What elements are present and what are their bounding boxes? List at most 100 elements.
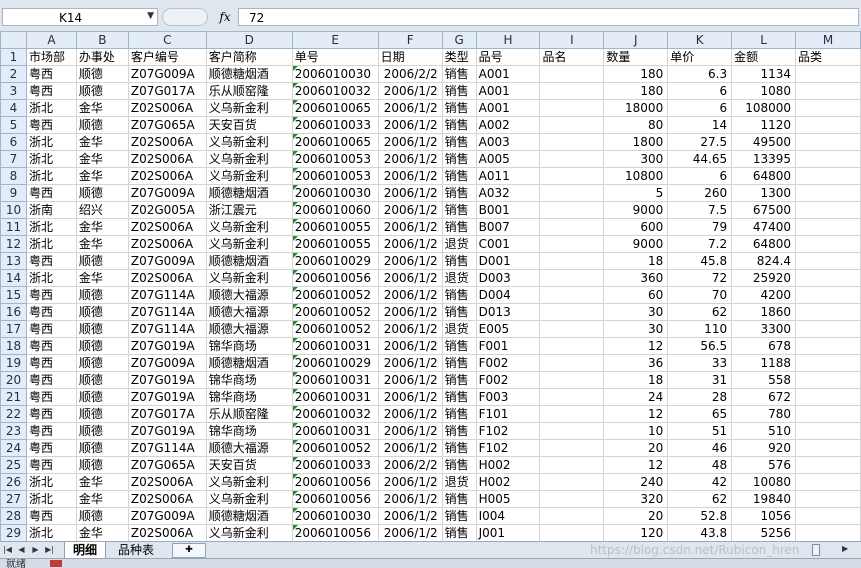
cell[interactable]: 18 xyxy=(603,252,669,270)
row-header[interactable]: 14 xyxy=(0,269,27,287)
cell[interactable] xyxy=(795,82,861,100)
cell[interactable]: 600 xyxy=(603,218,669,236)
cell[interactable]: 2006/1/2 xyxy=(377,320,443,338)
cell[interactable]: 5 xyxy=(603,184,669,202)
prev-sheet-icon[interactable]: ◀ xyxy=(16,543,27,557)
cell[interactable]: Z07G114A xyxy=(127,286,207,304)
cell[interactable]: 64800 xyxy=(731,167,797,185)
cell[interactable]: 退货 xyxy=(441,235,477,253)
cell[interactable]: 64800 xyxy=(731,235,797,253)
cell[interactable]: 顺德糖烟酒 xyxy=(205,252,293,270)
cell[interactable]: 300 xyxy=(603,150,669,168)
cell[interactable]: 金华 xyxy=(75,490,129,508)
cell[interactable]: H005 xyxy=(475,490,541,508)
cell[interactable]: 1800 xyxy=(603,133,669,151)
cell[interactable]: 10 xyxy=(603,422,669,440)
scroll-thumb[interactable] xyxy=(812,544,820,556)
cell[interactable]: 9000 xyxy=(603,235,669,253)
cell[interactable]: F002 xyxy=(475,371,541,389)
cell[interactable]: 780 xyxy=(731,405,797,423)
cell[interactable]: 义乌新金利 xyxy=(205,99,293,117)
cell[interactable] xyxy=(539,371,605,389)
cell[interactable] xyxy=(539,65,605,83)
cell[interactable]: 2006/1/2 xyxy=(377,286,443,304)
cell[interactable] xyxy=(795,473,861,491)
cell[interactable]: 110 xyxy=(667,320,733,338)
cell[interactable]: 单价 xyxy=(667,48,733,66)
cell[interactable]: 13395 xyxy=(731,150,797,168)
cell[interactable]: 2006010052 xyxy=(291,303,379,321)
cell[interactable]: A001 xyxy=(475,82,541,100)
cell[interactable]: Z02S006A xyxy=(127,269,207,287)
cell[interactable]: 顺德 xyxy=(75,388,129,406)
row-header[interactable]: 13 xyxy=(0,252,27,270)
cell[interactable] xyxy=(795,388,861,406)
cell[interactable]: 120 xyxy=(603,524,669,541)
cell[interactable]: 2006/1/2 xyxy=(377,167,443,185)
cell[interactable]: 2006/1/2 xyxy=(377,82,443,100)
cell[interactable] xyxy=(539,116,605,134)
first-sheet-icon[interactable]: |◀ xyxy=(2,543,13,557)
row-header[interactable]: 24 xyxy=(0,439,27,457)
cell[interactable] xyxy=(539,150,605,168)
cell[interactable] xyxy=(795,269,861,287)
insert-sheet-icon[interactable]: ✚ xyxy=(172,543,206,558)
cell[interactable]: 1300 xyxy=(731,184,797,202)
cell[interactable]: 19840 xyxy=(731,490,797,508)
cell[interactable]: 36 xyxy=(603,354,669,372)
row-header[interactable]: 15 xyxy=(0,286,27,304)
cell[interactable] xyxy=(795,99,861,117)
column-header-e[interactable]: E xyxy=(291,31,379,49)
cell[interactable]: 品号 xyxy=(475,48,541,66)
cell[interactable] xyxy=(539,456,605,474)
cell[interactable]: 2006/1/2 xyxy=(377,439,443,457)
cell[interactable]: 2006/1/2 xyxy=(377,490,443,508)
cell[interactable]: D001 xyxy=(475,252,541,270)
cell[interactable]: Z02S006A xyxy=(127,235,207,253)
cell[interactable]: Z07G114A xyxy=(127,439,207,457)
cell[interactable] xyxy=(539,405,605,423)
cell[interactable]: 2006/1/2 xyxy=(377,201,443,219)
cell[interactable]: H002 xyxy=(475,473,541,491)
cell[interactable]: C001 xyxy=(475,235,541,253)
cell[interactable]: 920 xyxy=(731,439,797,457)
cell[interactable]: 2006/2/2 xyxy=(377,65,443,83)
formula-input[interactable]: 72 xyxy=(238,8,859,26)
cell[interactable]: 1134 xyxy=(731,65,797,83)
cell[interactable]: 20 xyxy=(603,507,669,525)
cell[interactable]: 2006010031 xyxy=(291,371,379,389)
cell[interactable]: 单号 xyxy=(291,48,379,66)
cell[interactable]: 顺德 xyxy=(75,439,129,457)
cell[interactable] xyxy=(539,320,605,338)
cell[interactable]: 粤西 xyxy=(25,337,77,355)
tab-pinzhong[interactable]: 品种表 xyxy=(110,542,162,558)
row-header[interactable]: 25 xyxy=(0,456,27,474)
cell[interactable]: 2006010029 xyxy=(291,252,379,270)
cell[interactable]: 18000 xyxy=(603,99,669,117)
cell[interactable]: 浙北 xyxy=(25,473,77,491)
row-header[interactable]: 27 xyxy=(0,490,27,508)
cell[interactable] xyxy=(795,303,861,321)
cell[interactable]: 56.5 xyxy=(667,337,733,355)
row-header[interactable]: 29 xyxy=(0,524,27,541)
cell[interactable] xyxy=(539,439,605,457)
cell[interactable]: 锦华商场 xyxy=(205,388,293,406)
cell[interactable]: Z07G019A xyxy=(127,388,207,406)
cell[interactable]: 销售 xyxy=(441,286,477,304)
cell[interactable]: Z07G019A xyxy=(127,422,207,440)
column-header-b[interactable]: B xyxy=(75,31,129,49)
cell[interactable]: 2006010053 xyxy=(291,167,379,185)
row-header[interactable]: 21 xyxy=(0,388,27,406)
cell[interactable]: 义乌新金利 xyxy=(205,235,293,253)
cell[interactable]: 2006/1/2 xyxy=(377,99,443,117)
cell[interactable]: 6.3 xyxy=(667,65,733,83)
cell[interactable]: 2006/1/2 xyxy=(377,473,443,491)
cell[interactable]: B007 xyxy=(475,218,541,236)
column-header-m[interactable]: M xyxy=(795,31,861,49)
cell[interactable]: 金华 xyxy=(75,218,129,236)
cell[interactable]: 办事处 xyxy=(75,48,129,66)
cell[interactable]: 2006010056 xyxy=(291,473,379,491)
cell[interactable]: 2006/1/2 xyxy=(377,150,443,168)
cell[interactable]: 79 xyxy=(667,218,733,236)
cell[interactable]: 2006/1/2 xyxy=(377,252,443,270)
